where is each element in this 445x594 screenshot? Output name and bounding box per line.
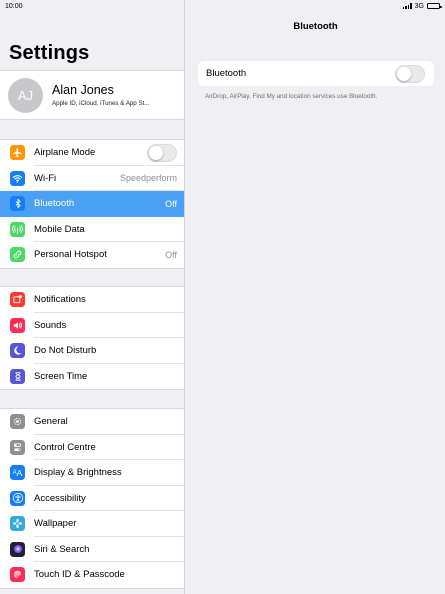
sidebar-item-do-not-disturb[interactable]: Do Not Disturb [0, 338, 184, 364]
wifi-network-value: Speedperform [119, 173, 177, 184]
accessibility-icon [10, 490, 25, 506]
bluetooth-icon [10, 196, 25, 212]
sidebar-item-notifications[interactable]: Notifications [0, 287, 184, 313]
status-time: 10:00 [5, 2, 23, 10]
sidebar-item-sounds[interactable]: Sounds [0, 313, 184, 339]
sidebar-item-personal-hotspot[interactable]: Personal Hotspot Off [0, 242, 184, 268]
notifications-icon [10, 292, 25, 308]
page-title: Settings [9, 42, 90, 64]
apple-id-profile[interactable]: AJ Alan Jones Apple ID, iCloud, iTunes &… [0, 70, 184, 120]
settings-sidebar: Settings AJ Alan Jones Apple ID, iCloud,… [0, 0, 185, 594]
sidebar-item-general[interactable]: General [0, 409, 184, 435]
general-group: General Control Centre AA Display & Brig… [0, 408, 184, 589]
siri-icon [10, 541, 25, 557]
wifi-icon [10, 170, 25, 186]
flower-icon [10, 516, 25, 532]
speaker-icon [10, 317, 25, 333]
sidebar-item-mobile-data[interactable]: Mobile Data [0, 217, 184, 243]
sidebar-item-siri-search[interactable]: Siri & Search [0, 537, 184, 563]
sidebar-item-label: Accessibility [34, 492, 86, 504]
airplane-mode-toggle[interactable] [147, 143, 177, 162]
bluetooth-detail-pane: Bluetooth Bluetooth AirDrop, AirPlay, Fi… [186, 0, 445, 594]
bluetooth-footer-note: AirDrop, AirPlay, Find My and location s… [205, 93, 378, 100]
sidebar-item-label: Display & Brightness [34, 467, 122, 479]
sidebar-item-label: Sounds [34, 319, 67, 331]
detail-title: Bluetooth [293, 21, 338, 32]
connectivity-group: Airplane Mode Wi-Fi Speedperform Bluetoo… [0, 139, 184, 269]
hotspot-icon [10, 247, 25, 263]
sidebar-item-display-brightness[interactable]: AA Display & Brightness [0, 460, 184, 486]
status-bar: 10:00 3G [0, 0, 445, 12]
bluetooth-toggle[interactable] [395, 64, 425, 83]
hourglass-icon [10, 368, 25, 384]
battery-icon [427, 3, 442, 9]
sidebar-item-label: Touch ID & Passcode [34, 569, 125, 581]
signal-icon [402, 3, 412, 9]
switches-icon [10, 439, 25, 455]
text-size-icon: AA [10, 465, 25, 481]
sidebar-item-label: Airplane Mode [34, 147, 96, 159]
antenna-icon [10, 221, 25, 237]
sidebar-item-airplane-mode[interactable]: Airplane Mode [0, 140, 184, 166]
sidebar-item-label: Notifications [34, 294, 86, 306]
bluetooth-setting-label: Bluetooth [206, 68, 247, 79]
sidebar-item-label: Siri & Search [34, 543, 90, 555]
profile-subtitle: Apple ID, iCloud, iTunes & App St... [52, 100, 150, 107]
bluetooth-setting-row: Bluetooth [198, 61, 434, 86]
sidebar-item-screen-time[interactable]: Screen Time [0, 364, 184, 390]
sidebar-item-label: Personal Hotspot [34, 249, 107, 261]
sidebar-item-wifi[interactable]: Wi-Fi Speedperform [0, 166, 184, 192]
sidebar-item-label: Wallpaper [34, 518, 77, 530]
profile-name: Alan Jones [52, 83, 114, 97]
airplane-icon [10, 145, 25, 161]
sidebar-item-label: Bluetooth [34, 198, 75, 210]
fingerprint-icon [10, 567, 25, 583]
sidebar-item-control-centre[interactable]: Control Centre [0, 435, 184, 461]
notifications-group: Notifications Sounds Do Not Disturb Scre… [0, 286, 184, 390]
sidebar-item-label: General [34, 416, 68, 428]
sidebar-item-label: Do Not Disturb [34, 345, 97, 357]
sidebar-item-wallpaper[interactable]: Wallpaper [0, 511, 184, 537]
sidebar-item-touch-id-passcode[interactable]: Touch ID & Passcode [0, 562, 184, 588]
avatar: AJ [8, 77, 43, 113]
bluetooth-status-value: Off [165, 198, 177, 209]
sidebar-item-accessibility[interactable]: Accessibility [0, 486, 184, 512]
status-indicators: 3G [402, 2, 442, 10]
network-type: 3G [414, 2, 424, 10]
sidebar-item-label: Screen Time [34, 370, 88, 382]
sidebar-item-label: Wi-Fi [34, 172, 57, 184]
gear-icon [10, 414, 25, 430]
sidebar-item-label: Mobile Data [34, 223, 85, 235]
moon-icon [10, 343, 25, 359]
sidebar-item-bluetooth[interactable]: Bluetooth Off [0, 191, 184, 217]
hotspot-status-value: Off [165, 249, 177, 260]
sidebar-item-label: Control Centre [34, 441, 96, 453]
